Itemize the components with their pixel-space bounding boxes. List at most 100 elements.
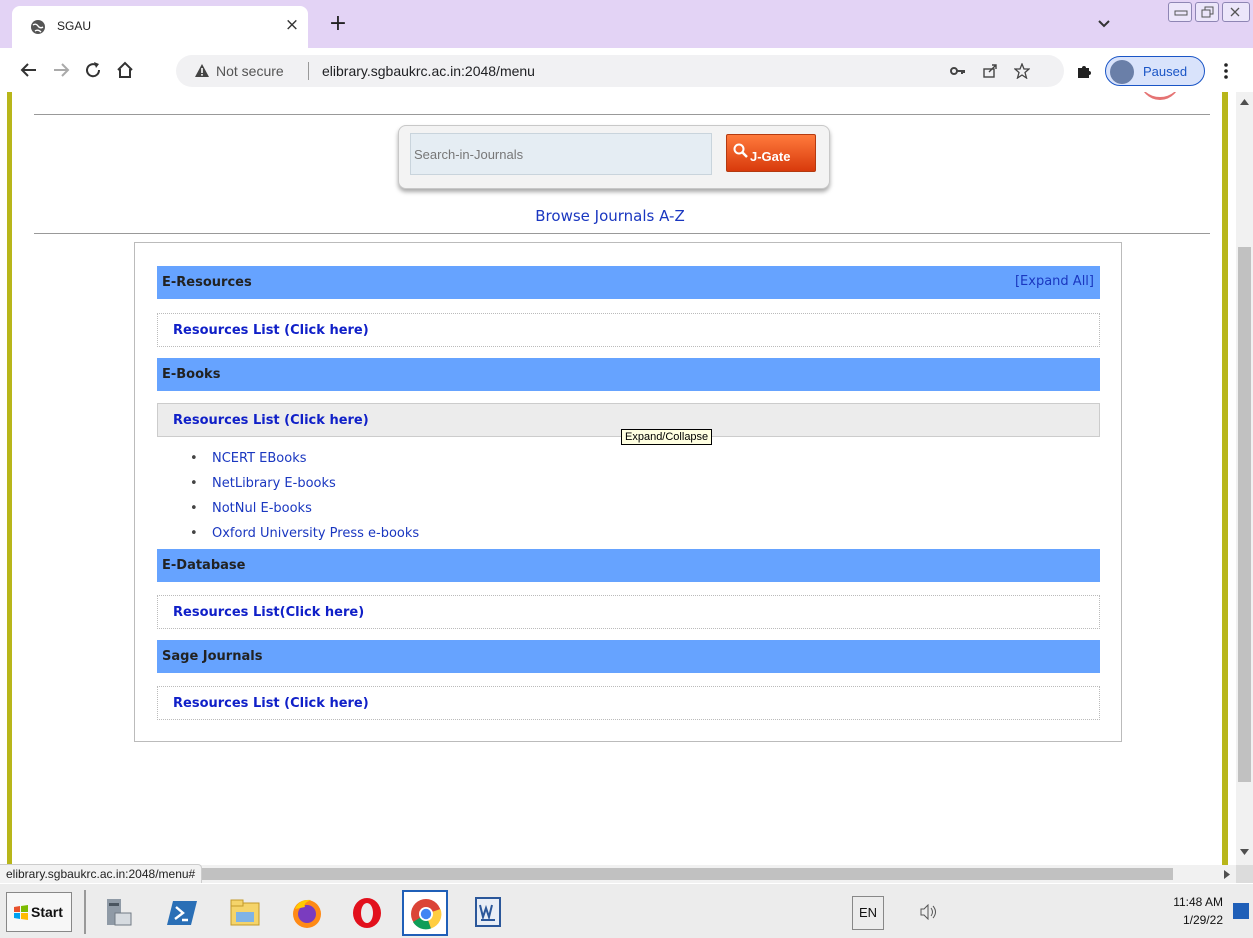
section-title: E-Database [162, 558, 246, 573]
section-header-e-database[interactable]: E-Database [157, 549, 1100, 582]
tab-close-button[interactable]: × [282, 15, 302, 35]
key-icon[interactable] [950, 63, 966, 79]
warning-icon[interactable] [194, 63, 210, 79]
bullet: • [190, 526, 198, 541]
resources-item-e-database: Resources List(Click here) [157, 595, 1100, 629]
profile-status: Paused [1143, 64, 1188, 79]
search-input[interactable] [410, 133, 712, 175]
bookmark-star-icon[interactable] [1014, 63, 1030, 79]
taskbar-app-chrome[interactable] [402, 890, 448, 936]
resources-panel: E-Resources [Expand All] Resources List … [134, 242, 1122, 742]
scroll-thumb[interactable] [1238, 247, 1251, 782]
taskbar-app-firefox[interactable] [284, 890, 330, 936]
list-item: • NotNul E-books [190, 501, 419, 526]
clock-time: 11:48 AM [1173, 895, 1223, 909]
vertical-scrollbar[interactable] [1236, 92, 1253, 865]
forward-button[interactable] [48, 57, 74, 83]
folder-icon [230, 899, 260, 926]
scrollbar-corner [1236, 865, 1253, 883]
powershell-icon [167, 901, 197, 925]
firefox-icon [293, 899, 321, 928]
taskbar-app-word[interactable] [466, 890, 512, 936]
address-bar[interactable]: Not secure elibrary.sgbaukrc.ac.in:2048/… [176, 55, 1064, 87]
system-clock[interactable]: 11:48 AM 1/29/22 [1155, 893, 1223, 929]
home-icon [117, 61, 133, 78]
search-icon [733, 143, 748, 158]
list-item: • Oxford University Press e-books [190, 526, 419, 551]
input-language-indicator[interactable]: EN [852, 896, 884, 930]
back-arrow-icon [20, 63, 36, 77]
taskbar-app-opera[interactable] [344, 890, 390, 936]
minimize-icon [1174, 10, 1188, 16]
resources-item-sage-journals: Resources List (Click here) [157, 686, 1100, 720]
taskbar: Start EN 11:48 AM 1/29/22 [0, 883, 1253, 938]
home-button[interactable] [112, 57, 138, 83]
start-label: Start [31, 904, 63, 920]
extensions-puzzle-icon[interactable] [1076, 63, 1092, 79]
mid-divider [34, 233, 1210, 234]
globe-icon [31, 20, 45, 34]
start-button[interactable]: Start [6, 892, 72, 932]
windows-logo-icon [14, 905, 28, 920]
ebook-list: • NCERT EBooks • NetLibrary E-books • NotNu… [190, 451, 419, 551]
bullet: • [190, 501, 198, 516]
logo-fragment [1140, 92, 1180, 100]
close-window-button[interactable] [1222, 2, 1250, 22]
kebab-menu-icon[interactable] [1222, 62, 1230, 80]
security-status[interactable]: Not secure [216, 63, 284, 79]
section-title: E-Resources [162, 275, 252, 290]
browse-journals-link[interactable]: Browse Journals A-Z [0, 207, 1220, 225]
address-divider [308, 62, 309, 80]
taskbar-app-powershell[interactable] [160, 890, 206, 936]
browser-tab[interactable]: SGAU × [12, 6, 308, 48]
volume-speaker-icon[interactable] [920, 904, 938, 920]
section-header-e-books[interactable]: E-Books [157, 358, 1100, 391]
reload-button[interactable] [80, 57, 106, 83]
tab-strip: SGAU × + [0, 0, 1253, 48]
bullet: • [190, 451, 198, 466]
opera-icon [353, 898, 381, 928]
resources-list-link[interactable]: Resources List (Click here) [173, 696, 369, 711]
taskbar-app-file-explorer[interactable] [222, 890, 268, 936]
chrome-icon [411, 899, 442, 930]
section-header-e-resources[interactable]: E-Resources [Expand All] [157, 266, 1100, 299]
restore-button[interactable] [1195, 2, 1219, 22]
back-button[interactable] [16, 57, 42, 83]
tab-title: SGAU [57, 19, 92, 33]
url-text[interactable]: elibrary.sgbaukrc.ac.in:2048/menu [322, 63, 535, 79]
tab-search-chevron-icon[interactable] [1096, 15, 1112, 31]
section-title: Sage Journals [162, 649, 263, 664]
top-divider [34, 114, 1210, 115]
avatar [1110, 60, 1134, 84]
ebook-link[interactable]: NetLibrary E-books [212, 476, 336, 491]
forward-arrow-icon [54, 63, 70, 77]
restore-icon [1201, 6, 1214, 18]
scroll-right-arrow-icon[interactable] [1224, 870, 1231, 879]
status-bar-url: elibrary.sgbaukrc.ac.in:2048/menu# [0, 864, 203, 883]
scroll-up-arrow-icon[interactable] [1240, 98, 1249, 105]
resources-list-link[interactable]: Resources List (Click here) [173, 323, 369, 338]
expand-all-link[interactable]: [Expand All] [1015, 274, 1094, 289]
show-desktop-button[interactable] [1233, 903, 1249, 919]
page-viewport: J-Gate Browse Journals A-Z E-Resources [… [0, 92, 1253, 883]
clock-date: 1/29/22 [1182, 913, 1223, 927]
jgate-search-button[interactable]: J-Gate [726, 134, 816, 172]
share-icon[interactable] [982, 63, 998, 79]
bullet: • [190, 476, 198, 491]
jgate-label: J-Gate [750, 149, 791, 164]
close-icon [1230, 7, 1240, 17]
resources-list-link[interactable]: Resources List(Click here) [173, 605, 364, 620]
ebook-link[interactable]: Oxford University Press e-books [212, 526, 419, 541]
minimize-button[interactable] [1168, 2, 1192, 22]
taskbar-app-server-manager[interactable] [94, 890, 140, 936]
expand-collapse-tooltip: Expand/Collapse [621, 429, 713, 445]
list-item: • NetLibrary E-books [190, 476, 419, 501]
ebook-link[interactable]: NotNul E-books [212, 501, 312, 516]
new-tab-button[interactable]: + [327, 13, 349, 35]
section-header-sage-journals[interactable]: Sage Journals [157, 640, 1100, 673]
profile-button[interactable]: Paused [1105, 56, 1205, 86]
ebook-link[interactable]: NCERT EBooks [212, 451, 307, 466]
scroll-down-arrow-icon[interactable] [1240, 849, 1249, 856]
resources-list-link[interactable]: Resources List (Click here) [173, 413, 369, 428]
reload-icon [86, 62, 101, 78]
